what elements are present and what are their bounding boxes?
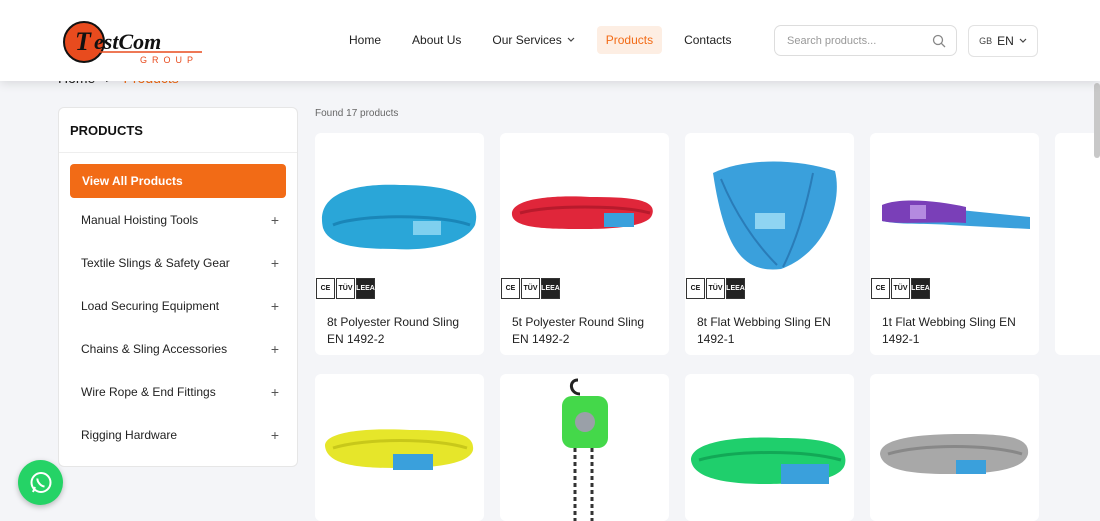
results-count: Found 17 products: [315, 108, 399, 119]
tuv-mark-icon: TÜV: [891, 278, 910, 299]
product-name[interactable]: 1t Flat Webbing Sling EN 1492-1: [882, 314, 1032, 348]
ce-mark-icon: CE: [501, 278, 520, 299]
nav-label: Home: [349, 33, 382, 47]
nav-label: Our Services: [492, 33, 562, 47]
product-card[interactable]: [870, 374, 1039, 521]
main-nav: Home About Us Our Services Products Cont…: [340, 26, 753, 54]
category-item[interactable]: Load Securing Equipment +: [59, 284, 297, 327]
certification-badges: CE TÜV LEEA: [871, 278, 930, 299]
nav-label: Products: [605, 33, 654, 47]
product-card[interactable]: [500, 374, 669, 521]
svg-text:GROUP: GROUP: [140, 55, 198, 65]
nav-home[interactable]: Home: [340, 26, 390, 54]
nav-contacts[interactable]: Contacts: [675, 26, 740, 54]
flat-webbing-sling-image: [713, 161, 837, 270]
ce-mark-icon: CE: [871, 278, 890, 299]
nav-label: Contacts: [684, 33, 732, 47]
nav-label: About Us: [412, 33, 462, 47]
site-header: T estCom GROUP Home About Us Our Service…: [0, 0, 1100, 81]
chain-hoist-image: [562, 378, 608, 521]
round-sling-image: [880, 434, 1029, 474]
ce-mark-icon: CE: [316, 278, 335, 299]
round-sling-image: [325, 429, 474, 470]
category-item[interactable]: Rigging Hardware +: [59, 413, 297, 456]
category-label: Manual Hoisting Tools: [81, 212, 199, 227]
product-card[interactable]: CE TÜV LEEA 5t Polyester Round Sling EN …: [500, 133, 669, 355]
flat-webbing-sling-image: [882, 200, 1030, 229]
product-name[interactable]: 5t Polyester Round Sling EN 1492-2: [512, 314, 662, 348]
leea-mark-icon: LEEA: [356, 278, 375, 299]
brand-logo[interactable]: T estCom GROUP: [62, 18, 207, 66]
leea-mark-icon: LEEA: [726, 278, 745, 299]
category-label: Textile Slings & Safety Gear: [81, 255, 230, 270]
product-card[interactable]: CE TÜV LEEA 1t Flat Webbing Sling EN 149…: [870, 133, 1039, 355]
product-card[interactable]: CE TÜV LEEA 8t Polyester Round Sling EN …: [315, 133, 484, 355]
category-item[interactable]: Chains & Sling Accessories +: [59, 327, 297, 370]
plus-icon[interactable]: +: [271, 255, 279, 271]
category-item[interactable]: Textile Slings & Safety Gear +: [59, 241, 297, 284]
nav-products[interactable]: Products: [596, 26, 663, 54]
product-card[interactable]: CE TÜV LEEA 8t Flat Webbing Sling EN 149…: [685, 133, 854, 355]
category-item[interactable]: Manual Hoisting Tools +: [59, 198, 297, 241]
whatsapp-icon: [30, 471, 51, 493]
plus-icon[interactable]: +: [271, 427, 279, 443]
plus-icon[interactable]: +: [271, 341, 279, 357]
product-card[interactable]: [685, 374, 854, 521]
leea-mark-icon: LEEA: [911, 278, 930, 299]
sidebar-title: PRODUCTS: [59, 108, 297, 153]
whatsapp-chat-button[interactable]: [18, 460, 63, 505]
tuv-mark-icon: TÜV: [706, 278, 725, 299]
nav-our-services[interactable]: Our Services: [483, 26, 583, 54]
product-name[interactable]: 8t Polyester Round Sling EN 1492-2: [327, 314, 477, 348]
tuv-mark-icon: TÜV: [521, 278, 540, 299]
chevron-down-icon: [1019, 38, 1027, 43]
search-icon[interactable]: [932, 34, 946, 48]
certification-badges: CE TÜV LEEA: [686, 278, 745, 299]
language-selector[interactable]: GB EN: [968, 25, 1038, 57]
certification-badges: CE TÜV LEEA: [316, 278, 375, 299]
language-code: EN: [997, 34, 1014, 48]
category-label: Rigging Hardware: [81, 427, 178, 442]
category-item[interactable]: Wire Rope & End Fittings +: [59, 370, 297, 413]
plus-icon[interactable]: +: [271, 212, 279, 228]
category-label: Chains & Sling Accessories: [81, 341, 228, 356]
chevron-down-icon: [567, 37, 575, 42]
flag-icon: GB: [979, 36, 993, 46]
svg-text:estCom: estCom: [94, 29, 161, 54]
ce-mark-icon: CE: [686, 278, 705, 299]
round-sling-image: [511, 196, 653, 229]
page-scrollbar[interactable]: [1094, 83, 1100, 158]
category-label: Wire Rope & End Fittings: [81, 384, 216, 399]
certification-badges: CE TÜV LEEA: [501, 278, 560, 299]
plus-icon[interactable]: +: [271, 298, 279, 314]
product-card[interactable]: [315, 374, 484, 521]
nav-about-us[interactable]: About Us: [403, 26, 470, 54]
search-box: [774, 25, 957, 56]
leea-mark-icon: LEEA: [541, 278, 560, 299]
round-sling-image: [321, 184, 477, 250]
product-name[interactable]: 8t Flat Webbing Sling EN 1492-1: [697, 314, 847, 348]
search-input[interactable]: [787, 34, 927, 47]
svg-text:T: T: [75, 27, 92, 56]
view-all-products-button[interactable]: View All Products: [70, 164, 286, 198]
round-sling-image: [691, 437, 846, 484]
product-card-partial[interactable]: [1055, 133, 1100, 355]
tuv-mark-icon: TÜV: [336, 278, 355, 299]
plus-icon[interactable]: +: [271, 384, 279, 400]
category-sidebar: PRODUCTS View All Products Manual Hoisti…: [58, 107, 298, 467]
category-label: Load Securing Equipment: [81, 298, 220, 313]
